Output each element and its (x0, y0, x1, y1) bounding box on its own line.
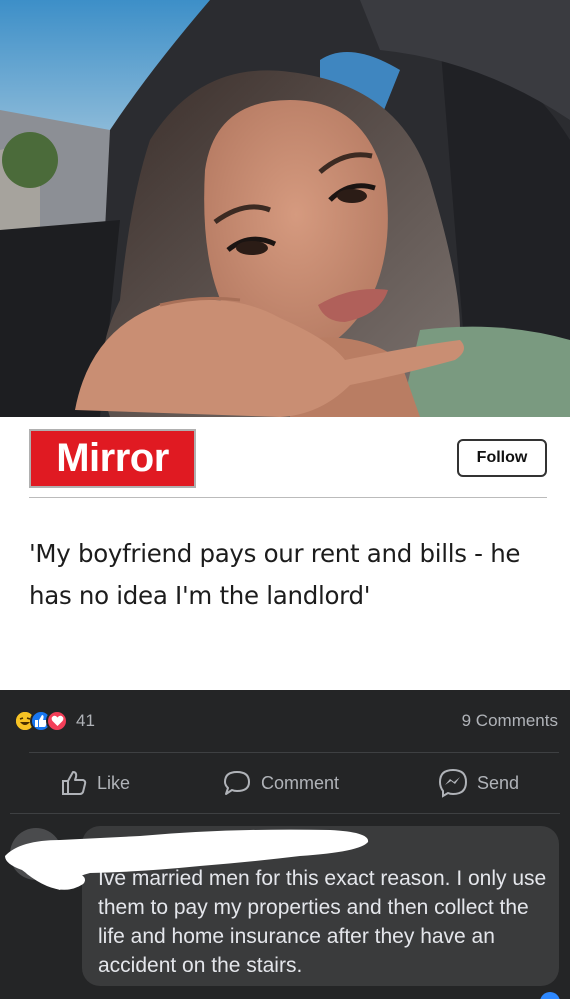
comment-bubble-icon (224, 771, 250, 795)
send-label: Send (477, 772, 520, 793)
post-action-bar: Like Comment Send (0, 753, 570, 813)
card-divider (29, 497, 547, 498)
article-headline[interactable]: 'My boyfriend pays our rent and bills - … (29, 533, 544, 617)
like-label: Like (97, 772, 131, 793)
like-button[interactable]: Like (60, 753, 130, 813)
article-link-card[interactable]: Mirror Follow 'My boyfriend pays our ren… (0, 417, 570, 690)
send-button[interactable]: Send (438, 753, 519, 813)
post-stats-row: 41 9 Comments (0, 690, 570, 752)
mirror-logo: Mirror (29, 429, 196, 488)
reaction-badge-icon (540, 992, 560, 999)
comments-count-link[interactable]: 9 Comments (462, 711, 558, 731)
reactions-summary[interactable]: 41 (14, 709, 95, 733)
comment-text: Ive married men for this exact reason. I… (98, 867, 547, 977)
comment-button[interactable]: Comment (222, 753, 339, 813)
article-photo[interactable] (0, 0, 570, 417)
comment-label: Comment (261, 772, 340, 793)
reaction-count: 41 (76, 711, 95, 730)
follow-button[interactable]: Follow (457, 439, 547, 477)
selfie-in-car-image (0, 0, 570, 417)
facebook-post-screenshot: Mirror Follow 'My boyfriend pays our ren… (0, 0, 570, 999)
love-reaction-icon (46, 710, 68, 732)
actions-divider (10, 813, 560, 814)
comment-bubble[interactable]: Ive married men for this exact reason. I… (82, 826, 559, 986)
thumbs-up-icon (62, 771, 87, 795)
messenger-icon (438, 768, 468, 798)
commenter-avatar[interactable] (10, 828, 62, 880)
